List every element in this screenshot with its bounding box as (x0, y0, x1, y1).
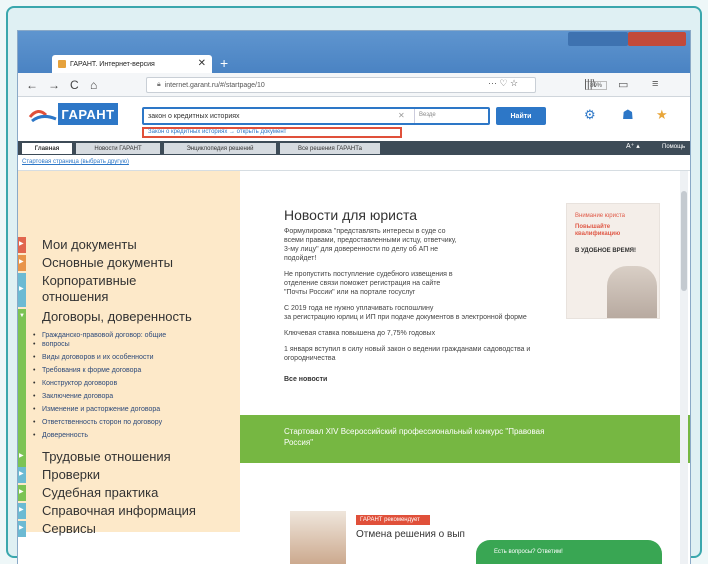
article-photo (290, 511, 346, 564)
browser-tab[interactable]: ГАРАНТ. Интернет-версия ✕ (52, 55, 212, 73)
tab-home[interactable]: Главная (22, 143, 72, 154)
tab-encyclopedia[interactable]: Энциклопедия решений (164, 143, 276, 154)
sidebar-marker: ▶ (18, 255, 26, 271)
recommend-badge: ГАРАНТ рекомендует (356, 515, 430, 525)
banner-line-2: Россия" (284, 438, 314, 447)
ad-tagline: В УДОБНОЕ ВРЕМЯ! (575, 248, 636, 254)
back-icon[interactable]: ← (26, 77, 38, 93)
news-item-cont[interactable]: "Почты России" или на портале госуслуг (284, 288, 544, 297)
scrollbar-thumb[interactable] (681, 191, 687, 291)
sidebar-item-labor[interactable]: ▶ Трудовые отношения (18, 449, 240, 465)
ad-photo (607, 266, 657, 318)
library-icon[interactable]: |||\ (584, 78, 596, 90)
news-item-cont[interactable]: всеми правами, предоставленными истцу, о… (284, 236, 544, 245)
font-size-control[interactable]: A⁺ ▴ (626, 142, 640, 150)
contest-banner[interactable]: Стартовал XIV Всероссийский профессионал… (240, 415, 690, 463)
page-actions-icon[interactable]: ··· ♡ ☆ (488, 78, 518, 89)
news-item[interactable]: С 2019 года не нужно уплачивать госпошли… (284, 304, 544, 313)
sidebar-marker: ▶ (18, 521, 26, 537)
tab-title: ГАРАНТ. Интернет-версия (70, 60, 155, 68)
sidebar-marker: ▶ (18, 449, 26, 465)
sidebar-icon[interactable]: ▭ (618, 78, 628, 91)
news-item-cont[interactable]: отделение связи поможет регистрация на с… (284, 279, 544, 288)
page-scrollbar[interactable] (680, 171, 688, 564)
help-link[interactable]: Помощь (662, 144, 685, 150)
tab-all-solutions[interactable]: Все решения ГАРАНТа (280, 143, 380, 154)
sidebar-item-main-documents[interactable]: ▶ Основные документы (18, 255, 240, 271)
main-content: Новости для юриста Формулировка "предста… (240, 171, 690, 532)
garant-logo[interactable]: ГАРАНТ (58, 103, 118, 125)
sidebar-subitem[interactable]: Гражданско-правовой договор: общие (33, 331, 166, 340)
sidebar: ▶ Мои документы ▶ Основные документы ▶ К… (18, 171, 240, 537)
sidebar-subitem[interactable]: Изменение и расторжение договора (33, 405, 160, 414)
ad-subheading: Повышайте квалификацию (575, 224, 621, 237)
chat-widget[interactable]: Есть вопросы? Ответим! (476, 540, 662, 564)
sidebar-item-reference[interactable]: ▶ Справочная информация (18, 503, 240, 519)
sidebar-marker: ▶ (18, 467, 26, 483)
news-title: Новости для юриста (284, 207, 418, 223)
site-menubar: Главная Новости ГАРАНТ Энциклопедия реше… (18, 141, 690, 155)
search-input[interactable]: закон о кредитных историях ✕ Везде (142, 107, 490, 125)
sidebar-item-inspections[interactable]: ▶ Проверки (18, 467, 240, 483)
home-icon[interactable]: ⌂ (90, 77, 97, 93)
sidebar-subitem[interactable]: Конструктор договоров (33, 379, 117, 388)
news-item[interactable]: Ключевая ставка повышена до 7,75% годовы… (284, 329, 544, 338)
news-item[interactable]: Не пропустить поступление судебного изве… (284, 270, 544, 279)
sidebar-subitem[interactable]: Доверенность (33, 431, 88, 440)
news-item[interactable]: Формулировка "представлять интересы в су… (284, 227, 544, 236)
notifications-icon[interactable]: ★ (656, 107, 668, 123)
news-item-cont[interactable]: 3-му лицу" для доверенности по делу об А… (284, 245, 544, 254)
all-news-link[interactable]: Все новости (284, 375, 544, 384)
garant-logo-mark-icon (28, 110, 57, 123)
article-title[interactable]: Отмена решения о вып (356, 529, 465, 540)
sidebar-marker: ▶ (18, 485, 26, 501)
search-scope-select[interactable]: Везде (414, 109, 486, 123)
promo-ad[interactable]: Внимание юриста Повышайте квалификацию В… (566, 203, 660, 319)
sidebar-subitem[interactable]: Заключение договора (33, 392, 113, 401)
forward-icon[interactable]: → (48, 77, 60, 93)
address-text: internet.garant.ru/#/startpage/10 (164, 81, 265, 89)
sidebar-subitem[interactable]: Требования к форме договора (33, 366, 141, 375)
sidebar-subitem[interactable]: Ответственность сторон по договору (33, 418, 162, 427)
garant-favicon-icon (58, 60, 66, 68)
news-item-cont[interactable]: огородничества (284, 354, 544, 363)
search-value: закон о кредитных историях (148, 112, 240, 120)
start-page-bar: Стартовая страница (выбрать другую) (18, 155, 690, 171)
search-suggestion[interactable]: Закон о кредитных историях → открыть док… (142, 127, 402, 138)
window-close-button[interactable] (628, 32, 686, 46)
site-header: ГАРАНТ закон о кредитных историях ✕ Везд… (18, 97, 690, 138)
banner-line-1: Стартовал XIV Всероссийский профессионал… (284, 427, 545, 436)
settings-icon[interactable]: ⚙︎ (584, 107, 596, 123)
tab-close-icon[interactable]: ✕ (198, 58, 206, 69)
sidebar-item-services[interactable]: ▶ Сервисы (18, 521, 240, 537)
news-item-cont[interactable]: подойдет! (284, 254, 544, 263)
find-button[interactable]: Найти (496, 107, 546, 125)
sidebar-marker: ▶ (18, 237, 26, 253)
browser-navbar: ← → C ⌂ 🔒︎ internet.garant.ru/#/startpag… (18, 73, 690, 97)
window-controls[interactable] (568, 32, 628, 46)
browser-window: ГАРАНТ. Интернет-версия ✕ + ← → C ⌂ 🔒︎ i… (18, 31, 690, 564)
sidebar-marker: ▶ (18, 503, 26, 519)
lock-icon: 🔒︎ (157, 81, 161, 88)
sidebar-item-contracts[interactable]: ▼ Договоры, доверенность (18, 309, 240, 481)
ad-heading: Внимание юриста (575, 213, 626, 219)
sidebar-item-corporate-line2[interactable]: отношения (18, 289, 240, 305)
browser-titlebar: ГАРАНТ. Интернет-версия ✕ + (18, 31, 690, 73)
reload-icon[interactable]: C (70, 77, 79, 93)
users-icon[interactable]: ☗ (622, 107, 634, 123)
clear-search-icon[interactable]: ✕ (398, 111, 405, 120)
menu-icon[interactable]: ≡ (652, 78, 658, 90)
new-tab-button[interactable]: + (220, 55, 228, 71)
tab-news[interactable]: Новости ГАРАНТ (76, 143, 160, 154)
sidebar-subitem[interactable]: Виды договоров и их особенности (33, 353, 154, 362)
sidebar-item-court[interactable]: ▶ Судебная практика (18, 485, 240, 501)
address-bar[interactable]: 🔒︎ internet.garant.ru/#/startpage/10 80% (146, 77, 607, 93)
news-item[interactable]: 1 января вступил в силу новый закон о ве… (284, 345, 664, 354)
sidebar-item-my-documents[interactable]: ▶ Мои документы (18, 237, 240, 253)
sidebar-subitem-cont[interactable]: вопросы (33, 340, 70, 349)
start-page-link[interactable]: Стартовая страница (выбрать другую) (22, 159, 129, 165)
sidebar-item-corporate[interactable]: ▶ Корпоративные (18, 273, 240, 307)
